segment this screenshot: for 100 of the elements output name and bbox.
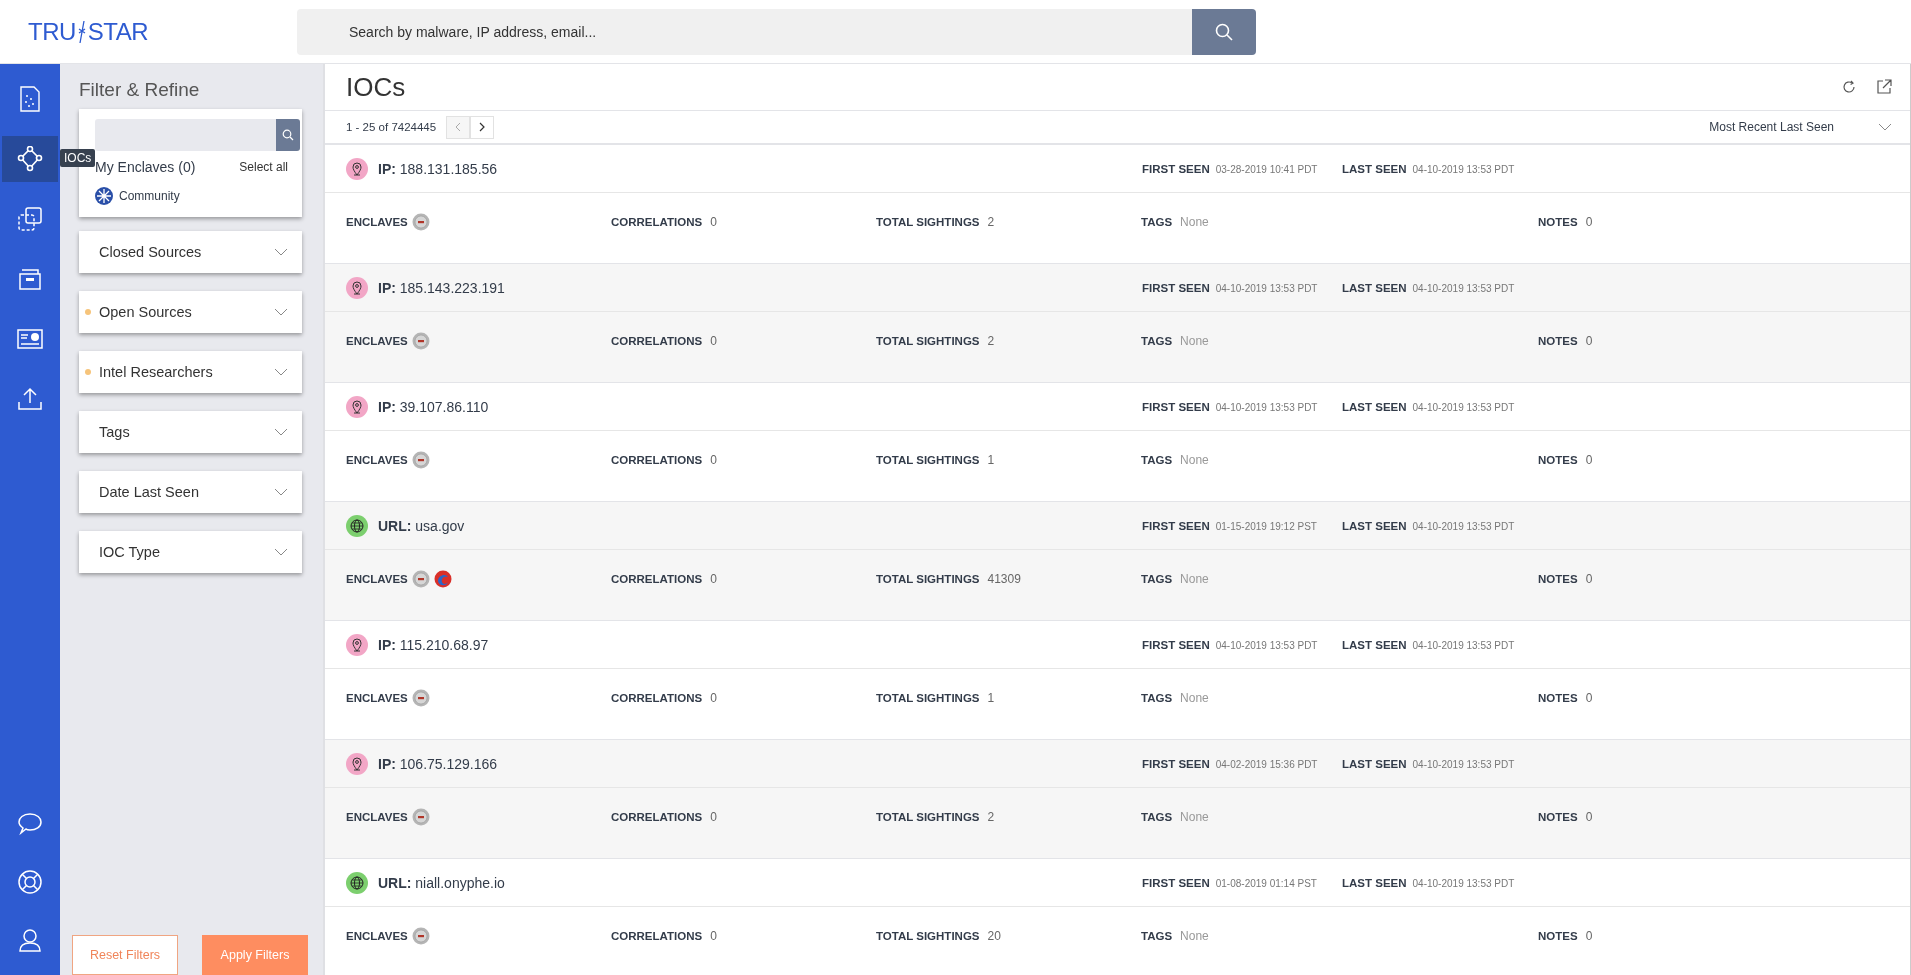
community-icon bbox=[95, 187, 113, 205]
chevron-left-icon bbox=[455, 122, 462, 132]
archive-box-icon bbox=[18, 268, 42, 290]
last-seen-label: LAST SEEN bbox=[1342, 876, 1407, 889]
correlations-count: 0 bbox=[710, 810, 717, 824]
tags-value: None bbox=[1180, 215, 1209, 229]
logo: TRU STAR bbox=[27, 17, 150, 46]
document-icon bbox=[19, 86, 41, 112]
total-sightings-label: TOTAL SIGHTINGS bbox=[876, 692, 980, 704]
first-seen-date: 03-28-2019 10:41 PDT bbox=[1215, 163, 1318, 175]
next-page-button[interactable] bbox=[470, 115, 495, 139]
select-all-link[interactable]: Select all bbox=[239, 160, 288, 174]
total-sightings-label: TOTAL SIGHTINGS bbox=[876, 573, 980, 585]
notes-label: NOTES bbox=[1538, 930, 1578, 942]
seal-icon bbox=[411, 213, 430, 231]
filter-section[interactable]: Closed Sources bbox=[79, 231, 302, 273]
refresh-icon[interactable] bbox=[1842, 80, 1856, 94]
first-seen-date: 04-02-2019 15:36 PDT bbox=[1215, 758, 1318, 770]
last-seen-date: 04-10-2019 13:53 PDT bbox=[1412, 877, 1515, 889]
correlations-label: CORRELATIONS bbox=[611, 811, 703, 823]
first-seen-label: FIRST SEEN bbox=[1142, 757, 1210, 770]
filter-search-field[interactable] bbox=[95, 119, 276, 151]
location-pin-icon bbox=[346, 395, 368, 418]
correlations-label: CORRELATIONS bbox=[611, 335, 703, 347]
globe-icon bbox=[346, 514, 368, 537]
first-seen-label: FIRST SEEN bbox=[1142, 519, 1210, 532]
enclaves-label: ENCLAVES bbox=[346, 573, 408, 585]
globe-icon bbox=[346, 871, 368, 894]
search-icon bbox=[282, 129, 294, 141]
search-button[interactable] bbox=[1192, 8, 1256, 55]
seal-icon bbox=[411, 570, 430, 588]
location-pin-icon bbox=[346, 276, 368, 299]
correlations-label: CORRELATIONS bbox=[611, 216, 703, 228]
search-icon bbox=[1214, 21, 1234, 42]
last-seen-label: LAST SEEN bbox=[1342, 757, 1407, 770]
filter-section[interactable]: Date Last Seen bbox=[79, 471, 302, 513]
correlations-count: 0 bbox=[710, 572, 717, 586]
enclaves-label: My Enclaves (0) bbox=[95, 159, 196, 175]
ioc-link[interactable]: IP: 106.75.129.166 bbox=[378, 755, 498, 772]
location-pin-icon bbox=[346, 752, 368, 775]
first-seen-label: FIRST SEEN bbox=[1142, 876, 1210, 889]
tags-value: None bbox=[1180, 334, 1209, 348]
total-sightings-count: 2 bbox=[987, 334, 995, 348]
notes-label: NOTES bbox=[1538, 811, 1578, 823]
notes-label: NOTES bbox=[1538, 573, 1578, 585]
tags-value: None bbox=[1180, 572, 1209, 586]
enclaves-label: ENCLAVES bbox=[346, 335, 408, 347]
last-seen-date: 04-10-2019 13:53 PDT bbox=[1412, 639, 1515, 651]
chevron-down-icon bbox=[274, 548, 288, 556]
ioc-link[interactable]: URL: usa.gov bbox=[378, 517, 465, 534]
ioc-link[interactable]: IP: 115.210.68.97 bbox=[378, 636, 489, 653]
correlations-count: 0 bbox=[710, 691, 717, 705]
first-seen-label: FIRST SEEN bbox=[1142, 400, 1210, 413]
ioc-link[interactable]: IP: 188.131.185.56 bbox=[378, 160, 498, 177]
ioc-link[interactable]: IP: 39.107.86.110 bbox=[378, 398, 489, 415]
first-seen-date: 01-08-2019 01:14 PST bbox=[1215, 877, 1317, 889]
filter-section[interactable]: Tags bbox=[79, 411, 302, 453]
last-seen-date: 04-10-2019 13:53 PDT bbox=[1412, 520, 1515, 532]
tags-label: TAGS bbox=[1141, 930, 1173, 942]
tags-value: None bbox=[1180, 810, 1209, 824]
filter-section[interactable]: Intel Researchers bbox=[79, 351, 302, 393]
last-seen-label: LAST SEEN bbox=[1342, 638, 1407, 651]
chevron-down-icon bbox=[274, 308, 288, 316]
chevron-down-icon bbox=[274, 488, 288, 496]
result-range: 1 - 25 of 7424445 bbox=[346, 121, 437, 133]
chevron-down-icon bbox=[1878, 123, 1892, 131]
notes-count: 0 bbox=[1585, 691, 1593, 705]
notes-count: 0 bbox=[1585, 929, 1593, 943]
first-seen-label: FIRST SEEN bbox=[1142, 638, 1210, 651]
total-sightings-label: TOTAL SIGHTINGS bbox=[876, 216, 980, 228]
last-seen-label: LAST SEEN bbox=[1342, 281, 1407, 294]
search-field[interactable]: Search by malware, IP address, email... bbox=[297, 8, 1192, 55]
sort-dropdown[interactable]: Most Recent Last Seen bbox=[1709, 120, 1892, 134]
first-seen-date: 04-10-2019 13:53 PDT bbox=[1215, 639, 1318, 651]
filter-section[interactable]: IOC Type bbox=[79, 531, 302, 573]
ioc-link[interactable]: URL: niall.onyphe.io bbox=[378, 874, 505, 891]
enclaves-label: ENCLAVES bbox=[346, 930, 408, 942]
ioc-link[interactable]: IP: 185.143.223.191 bbox=[378, 279, 505, 296]
tags-label: TAGS bbox=[1141, 692, 1173, 704]
panel-title: Filter & Refine bbox=[79, 79, 201, 101]
enclaves-label: ENCLAVES bbox=[346, 811, 408, 823]
last-seen-label: LAST SEEN bbox=[1342, 400, 1407, 413]
external-link-icon[interactable] bbox=[1876, 79, 1892, 95]
last-seen-date: 04-10-2019 13:53 PDT bbox=[1412, 401, 1515, 413]
id-card-icon bbox=[17, 329, 43, 349]
chevron-down-icon bbox=[274, 248, 288, 256]
seal-icon bbox=[411, 451, 430, 469]
notes-label: NOTES bbox=[1538, 692, 1578, 704]
notes-count: 0 bbox=[1585, 572, 1593, 586]
filter-search-button[interactable] bbox=[276, 119, 300, 151]
last-seen-label: LAST SEEN bbox=[1342, 519, 1407, 532]
total-sightings-count: 2 bbox=[987, 810, 995, 824]
filter-section[interactable]: Open Sources bbox=[79, 291, 302, 333]
tags-label: TAGS bbox=[1141, 216, 1173, 228]
total-sightings-count: 1 bbox=[987, 453, 995, 467]
chevron-right-icon bbox=[479, 122, 486, 132]
total-sightings-count: 41309 bbox=[987, 572, 1021, 586]
community-option[interactable]: Community bbox=[95, 187, 288, 205]
swirl-logo-icon bbox=[433, 570, 452, 588]
seal-icon bbox=[411, 927, 430, 945]
